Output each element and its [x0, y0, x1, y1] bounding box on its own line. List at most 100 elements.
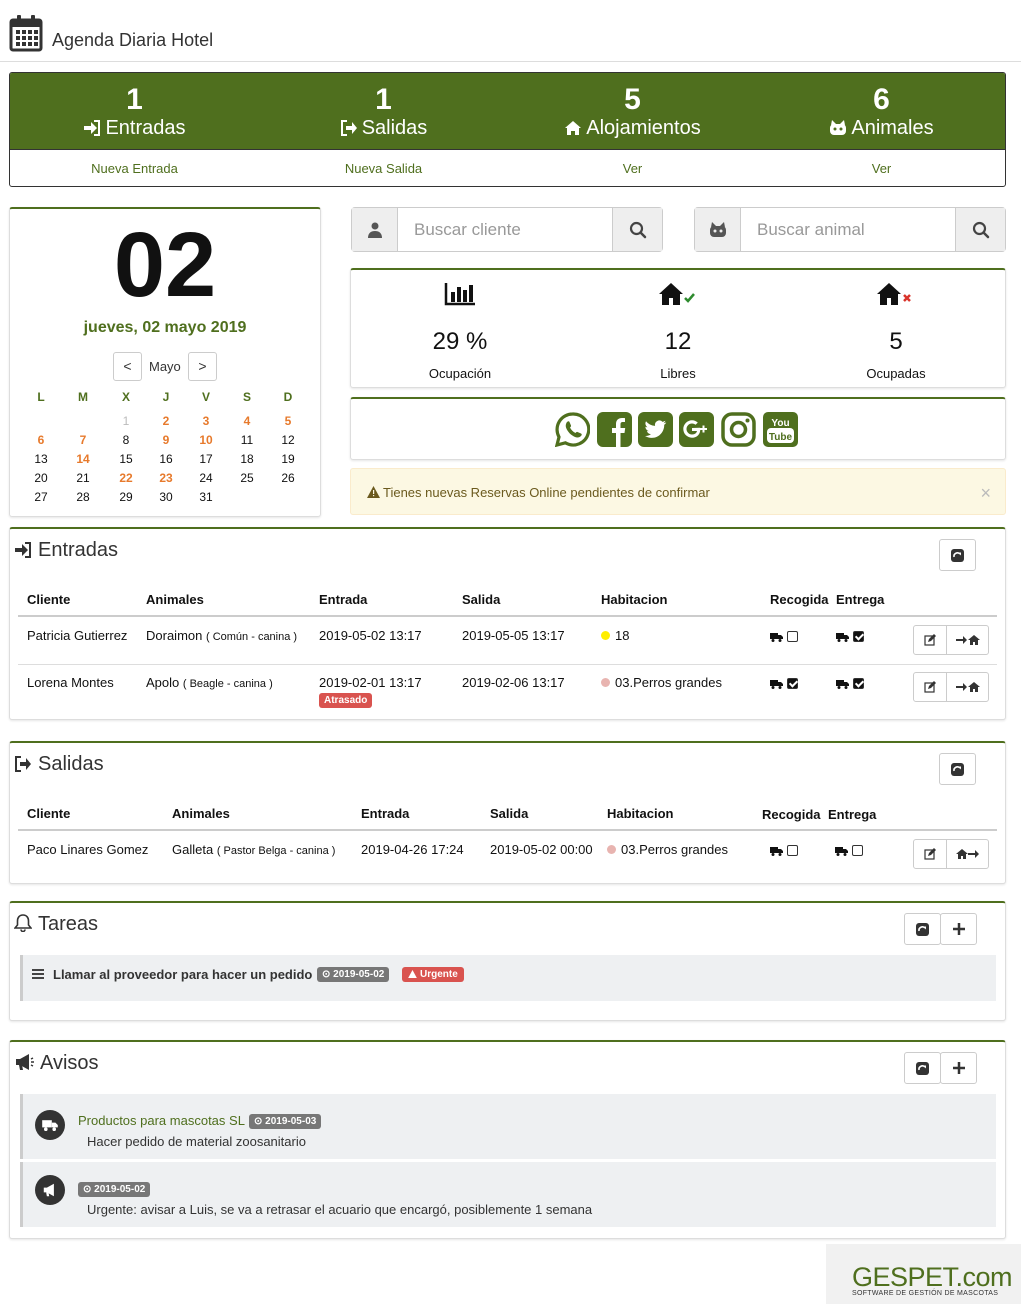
aviso-date-badge: ⊙ 2019-05-02 [78, 1182, 151, 1197]
calendar-day[interactable]: 19 [273, 452, 303, 466]
calendar-day[interactable]: 29 [111, 490, 141, 504]
ver-animales-link[interactable]: Ver [757, 161, 1005, 176]
calendar-day[interactable]: 8 [111, 433, 141, 447]
refresh-salidas-button[interactable] [939, 753, 976, 785]
calendar-day[interactable]: 28 [68, 490, 98, 504]
arrow-home-icon [955, 682, 980, 692]
check-in-button[interactable] [947, 673, 988, 701]
animal-detail: ( Común - canina ) [205, 631, 298, 643]
arrow-home-icon [955, 635, 980, 645]
app-header: Agenda Diaria Hotel [0, 0, 1021, 62]
calendar-day[interactable]: 31 [191, 490, 221, 504]
nueva-salida-link[interactable]: Nueva Salida [259, 161, 508, 176]
refresh-entradas-button[interactable] [939, 539, 976, 571]
check-in-button[interactable] [947, 626, 988, 654]
weekday-label: S [242, 390, 251, 404]
aviso-title: Productos para mascotas SL [78, 1113, 245, 1128]
aviso-text: Urgente: avisar a Luis, se va a retrasar… [87, 1202, 593, 1217]
whatsapp-icon[interactable] [555, 412, 590, 447]
cell-habitacion: 03.Perros grandes [607, 842, 728, 857]
calendar-day[interactable]: 6 [26, 433, 56, 447]
recogida-checkbox[interactable] [787, 678, 798, 689]
calendar-day[interactable]: 21 [68, 471, 98, 485]
edit-button[interactable] [914, 840, 947, 868]
facebook-icon[interactable] [597, 412, 632, 447]
animal-search-input[interactable] [742, 208, 954, 251]
nueva-entrada-link[interactable]: Nueva Entrada [10, 161, 259, 176]
edit-button[interactable] [914, 673, 947, 701]
occupied-rooms: 5 Ocupadas [787, 270, 1005, 381]
calendar-day[interactable]: 18 [232, 452, 262, 466]
youtube-icon[interactable]: You Tube [763, 412, 798, 447]
entrega-checkbox[interactable] [853, 631, 864, 642]
calendar-day[interactable]: 3 [191, 414, 221, 428]
client-search-button[interactable] [612, 208, 662, 251]
aviso-item[interactable]: Productos para mascotas SL ⊙ 2019-05-03 … [20, 1094, 996, 1159]
cell-animal[interactable]: Galleta ( Pastor Belga - canina ) [172, 842, 335, 857]
recogida-checkbox[interactable] [787, 845, 798, 856]
calendar-day[interactable]: 9 [151, 433, 181, 447]
check-out-button[interactable] [947, 840, 988, 868]
weekday-label: L [37, 390, 45, 404]
calendar-day[interactable]: 10 [191, 433, 221, 447]
add-aviso-button[interactable] [940, 1052, 977, 1084]
animal-search [694, 207, 1006, 252]
instagram-icon[interactable] [721, 412, 756, 447]
social-links: You Tube [350, 397, 1006, 460]
recogida-checkbox[interactable] [787, 631, 798, 642]
ver-alojamientos-link[interactable]: Ver [508, 161, 757, 176]
google-plus-icon[interactable] [679, 412, 714, 447]
calendar-day[interactable]: 23 [151, 471, 181, 485]
next-month-button[interactable]: > [188, 352, 217, 381]
logo-tagline: SOFTWARE DE GESTIÓN DE MASCOTAS [852, 1290, 999, 1297]
calendar-day[interactable]: 14 [68, 452, 98, 466]
calendar-day[interactable]: 25 [232, 471, 262, 485]
calendar-day[interactable]: 27 [26, 490, 56, 504]
calendar-day[interactable]: 30 [151, 490, 181, 504]
calendar-day[interactable]: 5 [273, 414, 303, 428]
calendar-day[interactable]: 24 [191, 471, 221, 485]
stat-alojamientos[interactable]: 5 Alojamientos [508, 73, 757, 139]
client-search-input[interactable] [399, 208, 613, 251]
calendar-day[interactable]: 20 [26, 471, 56, 485]
refresh-icon [951, 548, 964, 562]
animal-search-button[interactable] [955, 208, 1005, 251]
calendar-day[interactable]: 1 [111, 414, 141, 428]
edit-button[interactable] [914, 626, 947, 654]
calendar-day[interactable]: 16 [151, 452, 181, 466]
refresh-tareas-button[interactable] [904, 913, 941, 945]
stat-entradas[interactable]: 1 Entradas [10, 73, 259, 139]
add-tarea-button[interactable] [940, 913, 977, 945]
calendar-day[interactable]: 7 [68, 433, 98, 447]
stat-salidas[interactable]: 1 Salidas [259, 73, 508, 139]
close-alert-button[interactable]: × [980, 483, 991, 504]
panel-title: Salidas [38, 753, 104, 775]
room-color-dot [601, 678, 610, 687]
stat-animales[interactable]: 6 Animales [757, 73, 1005, 139]
calendar-day[interactable]: 11 [232, 433, 262, 447]
tarea-item[interactable]: Llamar al proveedor para hacer un pedido… [20, 955, 996, 1001]
cell-animal[interactable]: Apolo ( Beagle - canina ) [146, 675, 273, 690]
cell-animal[interactable]: Doraimon ( Común - canina ) [146, 628, 297, 643]
home-x-icon [877, 283, 911, 305]
twitter-icon[interactable] [638, 412, 673, 447]
entrega-checkbox[interactable] [852, 845, 863, 856]
cell-salida: 2019-05-02 00:00 [490, 842, 593, 857]
cell-recogida [770, 676, 798, 691]
cell-salida: 2019-05-05 13:17 [462, 628, 565, 643]
calendar-day[interactable]: 22 [111, 471, 141, 485]
prev-month-button[interactable]: < [113, 352, 142, 381]
cell-entrega [836, 676, 864, 691]
calendar-day[interactable]: 26 [273, 471, 303, 485]
calendar-day[interactable]: 12 [273, 433, 303, 447]
aviso-item[interactable]: ⊙ 2019-05-02 Urgente: avisar a Luis, se … [20, 1162, 996, 1227]
refresh-avisos-button[interactable] [904, 1052, 941, 1084]
calendar-day[interactable]: 2 [151, 414, 181, 428]
calendar-day[interactable]: 4 [232, 414, 262, 428]
entrega-checkbox[interactable] [853, 678, 864, 689]
calendar-day[interactable]: 13 [26, 452, 56, 466]
calendar-day[interactable]: 15 [111, 452, 141, 466]
truck-icon [770, 847, 783, 856]
calendar-day[interactable]: 17 [191, 452, 221, 466]
calendar-panel: 02 jueves, 02 mayo 2019 < Mayo > L M X J V S D… [9, 207, 321, 517]
